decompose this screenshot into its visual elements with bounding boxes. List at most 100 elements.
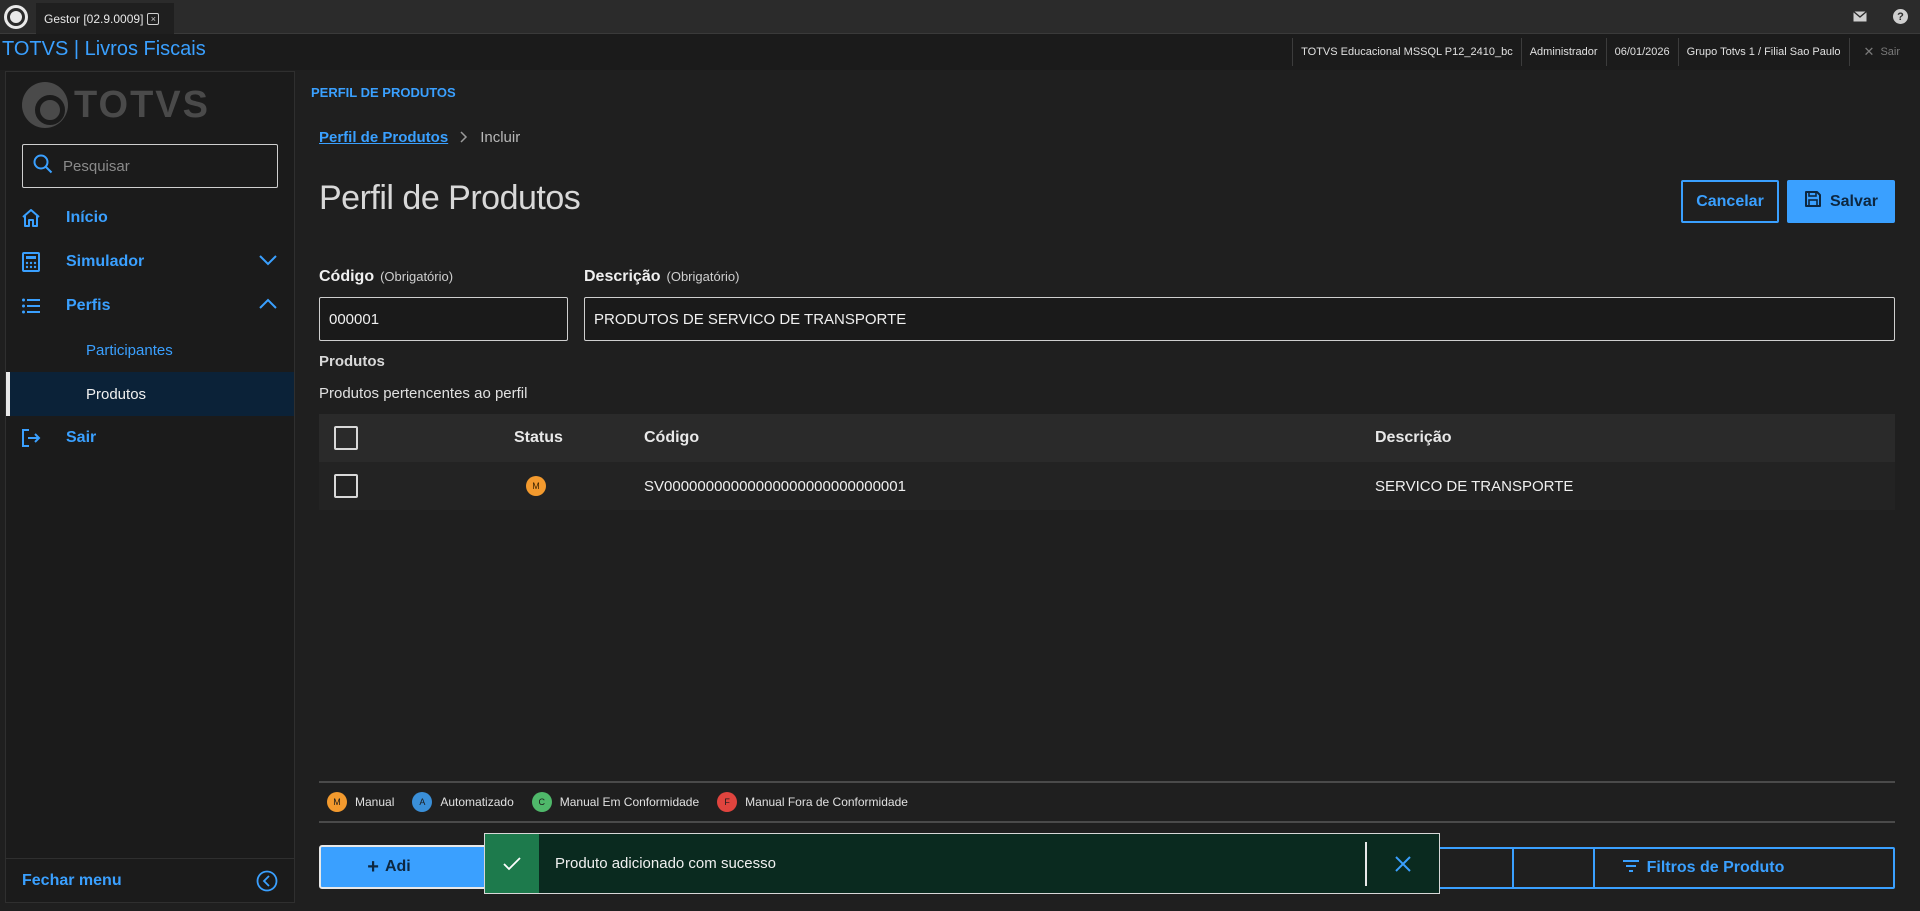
filter-icon <box>1622 859 1639 877</box>
chevron-up-icon <box>258 297 278 315</box>
sidebar-item-label: Simulador <box>66 253 145 270</box>
tab-title: Gestor [02.9.0009] <box>44 11 144 26</box>
close-icon: ✕ <box>1863 44 1875 59</box>
list-icon <box>20 295 42 317</box>
select-all-checkbox[interactable] <box>334 414 358 462</box>
logout-icon <box>20 427 42 449</box>
close-menu-button[interactable]: Fechar menu <box>6 858 294 902</box>
sidebar-item-sair[interactable]: Sair <box>6 416 294 460</box>
legend-item-manual: M Manual <box>327 792 394 812</box>
save-label: Salvar <box>1829 192 1879 210</box>
totvs-logo: TOTVS <box>22 82 210 128</box>
legend-item-conformidade: C Manual Em Conformidade <box>531 792 700 812</box>
mail-icon[interactable] <box>1851 7 1869 25</box>
header-descricao[interactable]: Descrição <box>1375 414 1452 462</box>
descricao-required-hint: (Obrigatório) <box>666 269 740 284</box>
toast-close-icon[interactable] <box>1385 846 1421 882</box>
toast-divider <box>1365 841 1367 886</box>
descricao-field[interactable] <box>584 297 1895 341</box>
codigo-required-hint: (Obrigatório) <box>380 269 454 284</box>
main-content: PERFIL DE PRODUTOS Perfil de Produtos In… <box>295 71 1920 911</box>
legend-dot: F <box>717 792 738 812</box>
brand-text: TOTVS <box>74 83 210 126</box>
legend-label: Manual Em Conformidade <box>559 795 700 809</box>
help-icon[interactable]: ? <box>1893 9 1908 24</box>
cancel-button[interactable]: Cancelar <box>1681 180 1779 223</box>
sidebar-subitem-participantes[interactable]: Participantes <box>6 328 294 372</box>
status-legend: M Manual A Automatizado C Manual Em Conf… <box>319 781 1895 823</box>
page-kicker: PERFIL DE PRODUTOS <box>311 85 456 100</box>
close-menu-label: Fechar menu <box>22 871 122 889</box>
sidebar-item-label: Início <box>66 209 108 226</box>
descricao-label-text: Descrição <box>584 268 661 285</box>
breadcrumb: Perfil de Produtos Incluir <box>319 129 520 146</box>
add-product-label: Adi <box>384 858 411 875</box>
breadcrumb-current: Incluir <box>480 129 521 146</box>
tab-close-icon[interactable]: × <box>147 12 160 25</box>
products-table: Status Código Descrição M SV000000000000… <box>319 414 1895 510</box>
sidebar-item-inicio[interactable]: Início <box>6 196 294 240</box>
product-filter-label: Filtros de Produto <box>1646 859 1785 876</box>
legend-label: Manual Fora de Conformidade <box>745 795 908 809</box>
calculator-icon <box>20 251 42 273</box>
sidebar-item-perfis[interactable]: Perfis <box>6 284 294 328</box>
page-title: Perfil de Produtos <box>319 179 581 217</box>
search-input[interactable] <box>63 157 263 175</box>
collapse-left-icon <box>256 870 278 897</box>
sidebar-item-simulador[interactable]: Simulador <box>6 240 294 284</box>
legend-dot: C <box>531 792 552 812</box>
status-badge: M <box>526 462 546 510</box>
date-label: 06/01/2026 <box>1605 38 1678 66</box>
table-row[interactable]: M SV00000000000000000000000000001 SERVIC… <box>319 462 1895 510</box>
plus-icon: + <box>367 855 379 878</box>
table-header: Status Código Descrição <box>319 414 1895 462</box>
app-title: TOTVS | Livros Fiscais <box>2 38 206 60</box>
legend-dot: M <box>327 792 347 812</box>
descricao-label: Descrição (Obrigatório) <box>584 268 739 286</box>
totvs-logo-icon <box>22 82 68 128</box>
legend-dot: A <box>412 792 433 812</box>
home-icon <box>20 207 42 229</box>
tab-gestor[interactable]: Gestor [02.9.0009] × <box>36 3 174 34</box>
environment-label: TOTVS Educacional MSSQL P12_2410_bc <box>1292 38 1521 66</box>
toast-message: Produto adicionado com sucesso <box>555 855 776 872</box>
legend-label: Automatizado <box>440 795 514 809</box>
header-info: TOTVS Educacional MSSQL P12_2410_bc Admi… <box>1292 38 1920 66</box>
sidebar: TOTVS Início Simulador Perfis Participan… <box>5 71 295 903</box>
row-descricao: SERVICO DE TRANSPORTE <box>1375 477 1574 495</box>
product-filter-button[interactable]: Filtros de Produto <box>1512 847 1895 889</box>
window-tabbar: Gestor [02.9.0009] × ? <box>0 0 1920 34</box>
header-status[interactable]: Status <box>514 414 563 462</box>
row-checkbox[interactable] <box>334 462 358 510</box>
success-toast: Produto adicionado com sucesso <box>484 833 1440 894</box>
search-icon <box>33 154 53 179</box>
app-header: TOTVS | Livros Fiscais TOTVS Educacional… <box>0 34 1920 70</box>
app-logo-icon <box>4 5 28 29</box>
legend-item-fora-conformidade: F Manual Fora de Conformidade <box>717 792 908 812</box>
codigo-label: Código (Obrigatório) <box>319 268 453 286</box>
codigo-field[interactable] <box>319 297 568 341</box>
status-dot: M <box>526 476 546 496</box>
chevron-down-icon <box>258 253 278 271</box>
breadcrumb-link[interactable]: Perfil de Produtos <box>319 129 448 146</box>
sidebar-subitem-label: Produtos <box>86 385 147 403</box>
check-icon <box>485 834 539 893</box>
header-codigo[interactable]: Código <box>644 414 699 462</box>
chevron-right-icon <box>460 130 468 146</box>
search-box[interactable] <box>22 144 278 188</box>
codigo-label-text: Código <box>319 268 375 285</box>
save-button[interactable]: Salvar <box>1787 180 1895 223</box>
sidebar-subitem-label: Participantes <box>86 341 173 359</box>
section-subtitle: Produtos pertencentes ao perfil <box>319 385 528 402</box>
sidebar-subitem-produtos[interactable]: Produtos <box>6 372 294 416</box>
section-title: Produtos <box>319 353 385 370</box>
sidebar-item-label: Sair <box>66 429 97 446</box>
exit-label: Sair <box>1880 46 1900 58</box>
branch-label: Grupo Totvs 1 / Filial Sao Paulo <box>1677 38 1849 66</box>
legend-item-automatizado: A Automatizado <box>412 792 514 812</box>
legend-label: Manual <box>355 795 395 809</box>
save-icon <box>1804 190 1822 213</box>
user-label: Administrador <box>1520 38 1606 66</box>
exit-button[interactable]: ✕ Sair <box>1848 38 1920 66</box>
row-codigo: SV00000000000000000000000000001 <box>644 477 906 495</box>
